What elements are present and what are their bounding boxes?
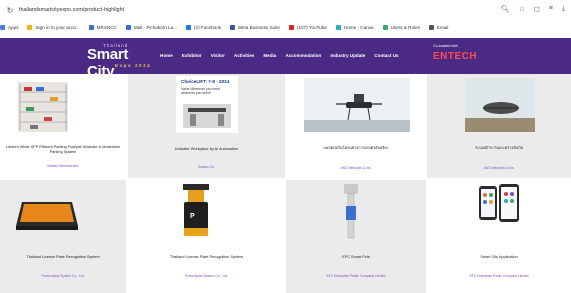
bookmark-favicon-icon [88, 25, 94, 30]
bookmark-favicon-icon [125, 25, 131, 30]
bookmark-item[interactable]: Apps [0, 25, 18, 30]
main-nav: Home Exhibitor Visitor Activities Media … [160, 53, 408, 58]
product-card[interactable]: Thailand License Plate Recognition Syste… [0, 180, 126, 293]
product-grid: Lantern Wider SFP Efficient Parking Push… [0, 74, 571, 293]
product-company[interactable]: Porsa Alpha System Co., Ltd. [130, 274, 283, 278]
bookmark-item[interactable]: (2) Facebook [186, 25, 221, 30]
nav-accommodation[interactable]: Accommodation [285, 53, 321, 58]
nav-contact-us[interactable]: Contact Us [374, 53, 398, 58]
bookmark-favicon-icon [0, 25, 5, 30]
nav-media[interactable]: Media [263, 53, 276, 58]
nav-exhibitor[interactable]: Exhibitor [182, 53, 202, 58]
site-logo[interactable]: Thailand Smart City Expo 2024 [87, 43, 157, 80]
nav-visitor[interactable]: Visitor [211, 53, 225, 58]
site-header: Thailand Smart City Expo 2024 Home Exhib… [0, 38, 571, 80]
bookmark-item[interactable]: Sign in to your acco... [27, 25, 80, 30]
logo-sub-text: Expo 2024 [115, 63, 152, 68]
reading-list-icon[interactable]: ≡ [549, 5, 553, 13]
product-title: Lantern Wider SFP Efficient Parking Push… [5, 145, 121, 154]
product-card[interactable]: ระบบเฝ้าระวังและตรวจจับภัย ANS Networks … [427, 74, 571, 178]
product-company[interactable]: EFC Enterprise Public Company Limited [288, 274, 424, 278]
product-card[interactable]: ChoiceLIFT: 7-8 - 2024 Value Wherever yo… [128, 74, 285, 178]
ad-subline: Value Wherever you need wherever you nee… [181, 87, 220, 96]
product-company[interactable]: ANS Networks & Ins. [288, 166, 424, 170]
bookmark-item[interactable]: MRSNCC [88, 25, 117, 30]
product-company[interactable]: EFC Enterprise Public Company Limited [429, 274, 569, 278]
extension-icon[interactable]: ◻ [534, 5, 540, 13]
product-company[interactable]: Porsa Alpha System Co., Ltd. [2, 274, 124, 278]
svg-text:P: P [190, 213, 195, 220]
bookmark-favicon-icon [288, 25, 294, 30]
ad-headline: ChoiceLIFT: 7-8 - 2024 [181, 79, 230, 84]
bookmark-item[interactable]: (107) YouTube [288, 25, 327, 30]
reload-icon[interactable]: ↻ [3, 6, 17, 15]
entech-logo: ENTECH [433, 51, 478, 62]
bookmark-favicon-icon [186, 25, 191, 30]
nav-home[interactable]: Home [160, 53, 173, 58]
nav-industry-update[interactable]: Industry Update [330, 53, 365, 58]
bookmark-favicon-icon [27, 25, 33, 30]
browser-toolbar-icons: 🔍︎ ☆ ◻ ≡ ⤓ [501, 5, 565, 13]
bookmark-favicon-icon [335, 25, 341, 30]
product-card[interactable]: Smart City Application EFC Enterprise Pu… [427, 180, 571, 293]
product-title: Thailand License Plate Recognition Syste… [26, 255, 100, 259]
product-title: แพลตฟอร์มโดรนทางการเกษตรอัจฉริยะ [323, 146, 389, 150]
bookmarks-bar: Apps Sign in to your acco... MRSNCC Mail… [0, 20, 571, 35]
bookmark-item[interactable]: Email [428, 25, 448, 30]
product-company[interactable]: ANS Networks & Ins. [429, 166, 569, 170]
url-field[interactable]: thailandsmartcityexpo.com/product-highli… [19, 7, 124, 13]
parking-terminal-image: P [128, 180, 285, 241]
product-title: ระบบเฝ้าระวังและตรวจจับภัย [475, 146, 523, 150]
surveillance-drone-image [427, 74, 571, 135]
bookmark-item[interactable]: Users & Roles [382, 25, 420, 30]
smart-pole-image [286, 180, 426, 241]
bookmark-item[interactable]: Home - Canva [335, 25, 374, 30]
bookmark-item[interactable]: Mail - Pichakorn La... [125, 25, 177, 30]
product-title: Smart City Application [480, 255, 518, 259]
agri-drone-image [286, 74, 426, 135]
product-card[interactable]: Lantern Wider SFP Efficient Parking Push… [0, 74, 126, 178]
product-card[interactable]: P Thailand License Plate Recognition Sys… [128, 180, 285, 293]
bookmark-favicon-icon [382, 25, 388, 30]
smart-city-app-image [427, 180, 571, 241]
download-icon[interactable]: ⤓ [562, 5, 565, 13]
nav-activities[interactable]: Activities [234, 53, 254, 58]
product-title: Uniwater Workplace by AI Automation [174, 147, 239, 151]
bookmark-favicon-icon [230, 25, 236, 30]
product-company[interactable]: Kaiwon Co. [130, 165, 283, 169]
product-title: Thailand License Plate Recognition Syste… [169, 255, 244, 259]
bookmark-item[interactable]: Meta Business Suite [230, 25, 280, 30]
zoom-icon[interactable]: 🔍︎ [501, 5, 510, 13]
colocated-badge[interactable]: Co-located with ENTECH [433, 44, 478, 70]
license-plate-camera-image [0, 180, 126, 241]
product-card[interactable]: แพลตฟอร์มโดรนทางการเกษตรอัจฉริยะ ANS Net… [286, 74, 426, 178]
product-title: EPC Smart Pole [342, 255, 370, 259]
browser-address-bar: ↻ thailandsmartcityexpo.com/product-high… [0, 0, 571, 20]
bookmark-favicon-icon [428, 25, 434, 30]
parking-system-image [0, 74, 126, 135]
colocated-label: Co-located with [433, 44, 458, 48]
product-company[interactable]: Mawan Mechatronics [2, 164, 124, 168]
product-card[interactable]: EPC Smart Pole EFC Enterprise Public Com… [286, 180, 426, 293]
star-icon[interactable]: ☆ [519, 5, 525, 13]
